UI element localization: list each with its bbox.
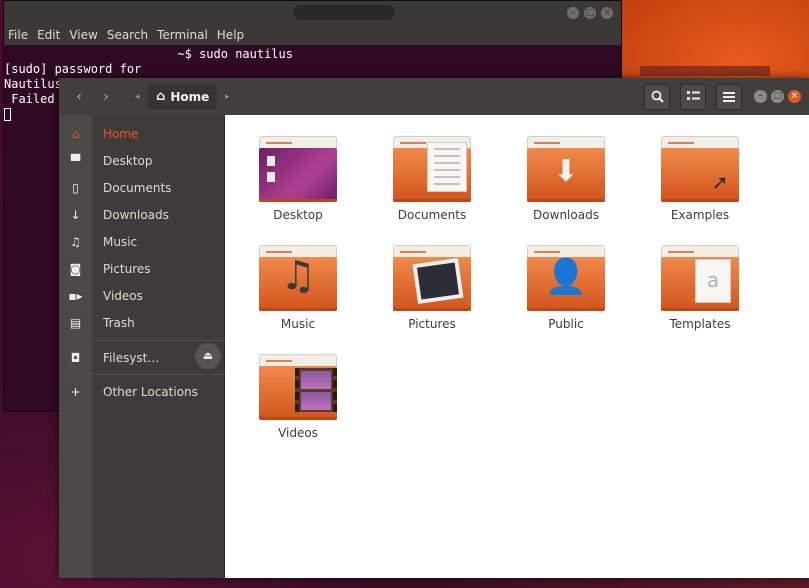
search-icon [651,90,664,103]
music-icon: ♫ [70,235,81,249]
document-icon: ▯ [72,181,79,195]
breadcrumb-right-arrow-icon[interactable]: ▸ [225,87,230,107]
examples-folder-icon: ➚ [661,136,739,202]
file-item-examples[interactable]: ➚ Examples [640,136,760,222]
file-item-pictures[interactable]: Pictures [372,245,492,331]
public-folder-icon: 👤 [527,245,605,311]
close-button[interactable]: × [788,90,801,103]
video-icon: ▪▸ [68,289,83,303]
menu-search[interactable]: Search [107,28,148,42]
file-manager-window[interactable]: ‹ › ◂ ⌂ Home ▸ – □ × ⌂ Home ▀ Desktop ▯ Doc… [59,78,809,578]
terminal-line: [sudo] password for [4,62,142,76]
file-item-downloads[interactable]: ⬇ Downloads [506,136,626,222]
back-button[interactable]: ‹ [69,87,89,107]
menu-edit[interactable]: Edit [37,28,60,42]
file-grid: Desktop Documents ⬇ Downloads ➚ Examples… [225,115,809,578]
terminal-line: ~$ sudo nautilus [4,47,293,61]
sidebar-item-home[interactable]: ⌂ Home [59,121,225,147]
file-item-music[interactable]: ♫ Music [238,245,358,331]
minimize-button[interactable]: – [754,90,767,103]
terminal-cursor [4,108,11,121]
sidebar-item-pictures[interactable]: ◙ Pictures [59,256,225,282]
breadcrumb-home[interactable]: ⌂ Home [148,84,218,109]
maximize-button[interactable]: □ [771,90,784,103]
drive-icon: ◘ [70,351,81,365]
trash-icon: ▤ [69,316,82,330]
list-view-icon [686,91,700,100]
sidebar-separator [92,340,225,341]
file-item-desktop[interactable]: Desktop [238,136,358,222]
forward-button[interactable]: › [96,87,116,107]
terminal-minimize-button[interactable]: – [567,7,579,19]
terminal-maximize-button[interactable]: □ [584,7,596,19]
file-item-videos[interactable]: Videos [238,354,358,440]
breadcrumb-left-arrow-icon[interactable]: ◂ [135,87,140,107]
downloads-folder-icon: ⬇ [527,136,605,202]
search-button[interactable] [644,84,670,110]
file-item-public[interactable]: 👤 Public [506,245,626,331]
download-icon: ↓ [70,208,81,222]
breadcrumb-label: Home [170,89,210,104]
menu-file[interactable]: File [8,28,28,42]
pictures-folder-icon [393,245,471,311]
terminal-title-redacted [294,5,394,20]
sidebar-item-videos[interactable]: ▪▸ Videos [59,283,225,309]
sidebar-item-trash[interactable]: ▤ Trash [59,310,225,336]
sidebar-item-other-locations[interactable]: + Other Locations [59,379,225,405]
sidebar-item-desktop[interactable]: ▀ Desktop [59,148,225,174]
eject-icon: ⏏ [202,349,214,362]
menu-help[interactable]: Help [217,28,244,42]
terminal-close-button[interactable]: × [601,7,613,19]
home-icon: ⌂ [71,127,80,141]
sidebar-item-filesystem[interactable]: ◘ Filesyst… ⏏ [59,343,225,371]
plus-icon: + [70,385,81,399]
sidebar-item-downloads[interactable]: ↓ Downloads [59,202,225,228]
videos-folder-icon [259,354,337,420]
menu-terminal[interactable]: Terminal [157,28,208,42]
terminal-menubar: File Edit View Search Terminal Help [4,25,621,45]
sidebar-item-music[interactable]: ♫ Music [59,229,225,255]
terminal-titlebar[interactable]: – □ × [4,1,621,25]
menu-button[interactable] [716,84,742,110]
desktop-folder-icon [259,136,337,202]
templates-folder-icon: a [661,245,739,311]
sidebar-item-documents[interactable]: ▯ Documents [59,175,225,201]
file-item-templates[interactable]: a Templates [640,245,760,331]
camera-icon: ◙ [69,262,82,276]
places-sidebar: ⌂ Home ▀ Desktop ▯ Documents ↓ Downloads ♫ Mu… [59,115,225,578]
documents-folder-icon [393,136,471,202]
folder-icon: ▀ [70,154,81,168]
background-window-edge [640,66,770,76]
file-item-documents[interactable]: Documents [372,136,492,222]
home-icon: ⌂ [156,89,166,104]
sidebar-separator [92,374,225,375]
eject-button[interactable]: ⏏ [195,343,221,369]
hamburger-menu-icon [723,91,735,102]
menu-view[interactable]: View [69,28,97,42]
music-folder-icon: ♫ [259,245,337,311]
file-manager-headerbar[interactable]: ‹ › ◂ ⌂ Home ▸ – □ × [59,78,809,115]
view-toggle-button[interactable] [680,84,706,110]
